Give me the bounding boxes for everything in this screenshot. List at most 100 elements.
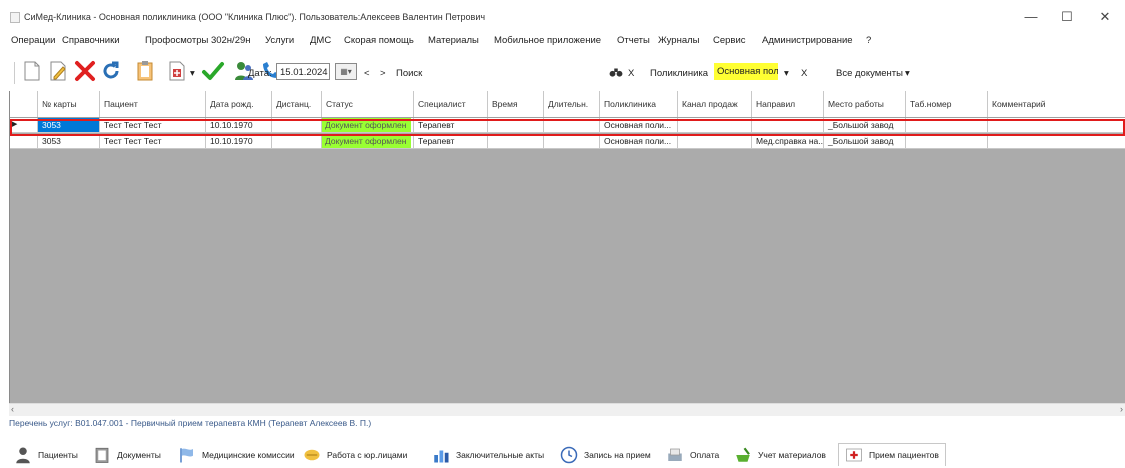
table-row[interactable]: ▶ 3053 Тест Тест Тест 10.10.1970 Докумен… (10, 118, 1125, 133)
tab-medical-commissions[interactable]: Медицинские комиссии (178, 444, 295, 466)
clinic-select[interactable]: Основная поликл (714, 63, 778, 80)
tab-appointments[interactable]: Запись на прием (560, 444, 651, 466)
referrer-cell[interactable] (752, 118, 824, 132)
tab-label: Прием пациентов (869, 450, 939, 460)
card-number-cell[interactable]: 3053 (38, 134, 100, 148)
birthdate-cell[interactable]: 10.10.1970 (206, 118, 272, 132)
edit-document-icon[interactable] (46, 59, 70, 83)
clinic-cell[interactable]: Основная поли... (600, 134, 678, 148)
menu-checkups[interactable]: Профосмотры 302н/29н (145, 35, 251, 46)
duration-cell[interactable] (544, 134, 600, 148)
comment-cell[interactable] (988, 118, 1125, 132)
tab-patients[interactable]: Пациенты (14, 444, 78, 466)
tab-payment[interactable]: Оплата (666, 444, 719, 466)
column-header[interactable]: Дата рожд. (206, 91, 272, 117)
menu-reports[interactable]: Отчеты (617, 35, 650, 46)
column-header[interactable]: Специалист (414, 91, 488, 117)
prev-date-button[interactable]: < (364, 68, 370, 79)
tab-label: Работа с юр.лицами (327, 450, 408, 460)
binoculars-icon[interactable] (609, 65, 623, 79)
menu-materials[interactable]: Материалы (428, 35, 479, 46)
sales-channel-cell[interactable] (678, 118, 752, 132)
tab-final-acts[interactable]: Заключительные акты (432, 444, 544, 466)
clinic-dropdown-arrow[interactable]: ▾ (784, 68, 789, 79)
card-number-cell[interactable]: 3053 (38, 118, 100, 132)
specialist-cell[interactable]: Терапевт (414, 118, 488, 132)
column-header[interactable]: Статус (322, 91, 414, 117)
column-header[interactable]: Место работы (824, 91, 906, 117)
calendar-button[interactable]: ▦▾ (335, 63, 357, 80)
medical-cross-icon (846, 448, 862, 462)
menu-mobile-app[interactable]: Мобильное приложение (494, 35, 601, 46)
documents-filter-arrow[interactable]: ▾ (905, 68, 910, 79)
maximize-button[interactable]: ☐ (1053, 8, 1081, 26)
documents-filter[interactable]: Все документы (836, 68, 903, 79)
clinic-clear-button[interactable]: X (801, 68, 807, 79)
scroll-right-icon[interactable]: › (1120, 404, 1123, 414)
menu-dms[interactable]: ДМС (310, 35, 331, 46)
column-header[interactable]: Время (488, 91, 544, 117)
date-input[interactable]: 15.01.2024 (276, 63, 330, 80)
tab-documents[interactable]: Документы (93, 444, 161, 466)
add-document-icon[interactable] (165, 59, 189, 83)
workplace-cell[interactable]: _Большой завод (824, 134, 906, 148)
menu-operations[interactable]: Операции (11, 35, 55, 46)
menu-journals[interactable]: Журналы (658, 35, 700, 46)
status-cell[interactable]: Документ оформлен (322, 134, 414, 148)
column-header[interactable]: Таб.номер (906, 91, 988, 117)
remote-cell[interactable] (272, 118, 322, 132)
time-cell[interactable] (488, 134, 544, 148)
close-button[interactable]: ✕ (1091, 8, 1119, 26)
sales-channel-cell[interactable] (678, 134, 752, 148)
column-header[interactable]: № карты (38, 91, 100, 117)
workplace-cell[interactable]: _Большой завод (824, 118, 906, 132)
search-clear-button[interactable]: X (628, 68, 634, 79)
column-header[interactable]: Поликлиника (600, 91, 678, 117)
column-header[interactable]: Направил (752, 91, 824, 117)
patient-cell[interactable]: Тест Тест Тест (100, 118, 206, 132)
column-header[interactable]: Комментарий (988, 91, 1125, 117)
comment-cell[interactable] (988, 134, 1125, 148)
referrer-cell[interactable]: Мед.справка на... (752, 134, 824, 148)
row-selector-header (10, 91, 38, 117)
clinic-cell[interactable]: Основная поли... (600, 118, 678, 132)
menu-service[interactable]: Сервис (713, 35, 746, 46)
delete-icon[interactable] (73, 59, 97, 83)
status-cell[interactable]: Документ оформлен (322, 118, 414, 132)
tab-patient-reception[interactable]: Прием пациентов (838, 443, 946, 466)
column-header[interactable]: Пациент (100, 91, 206, 117)
documents-grid[interactable]: № карты Пациент Дата рожд. Дистанц. Стат… (9, 91, 1125, 403)
column-header[interactable]: Дистанц. (272, 91, 322, 117)
employee-number-cell[interactable] (906, 134, 988, 148)
remote-cell[interactable] (272, 134, 322, 148)
time-cell[interactable] (488, 118, 544, 132)
menu-ambulance[interactable]: Скорая помощь (344, 35, 414, 46)
check-icon[interactable] (201, 59, 225, 83)
birthdate-cell[interactable]: 10.10.1970 (206, 134, 272, 148)
clipboard-icon[interactable] (133, 59, 157, 83)
column-header[interactable]: Канал продаж (678, 91, 752, 117)
payment-icon (668, 448, 682, 461)
add-dropdown-arrow[interactable]: ▾ (190, 68, 195, 79)
employee-number-cell[interactable] (906, 118, 988, 132)
duration-cell[interactable] (544, 118, 600, 132)
tab-label: Учет материалов (758, 450, 826, 460)
menu-help[interactable]: ? (866, 35, 871, 46)
patient-cell[interactable]: Тест Тест Тест (100, 134, 206, 148)
horizontal-scrollbar[interactable]: ‹ › (9, 403, 1125, 416)
table-row[interactable]: 3053 Тест Тест Тест 10.10.1970 Документ … (10, 134, 1125, 149)
minimize-button[interactable]: — (1017, 8, 1045, 26)
next-date-button[interactable]: > (380, 68, 386, 79)
search-label[interactable]: Поиск (396, 68, 422, 79)
menu-references[interactable]: Справочники (62, 35, 120, 46)
row-selector[interactable] (10, 134, 38, 148)
tab-materials-accounting[interactable]: Учет материалов (734, 444, 826, 466)
specialist-cell[interactable]: Терапевт (414, 134, 488, 148)
tab-legal-entities[interactable]: Работа с юр.лицами (303, 444, 407, 466)
menu-administration[interactable]: Администрирование (762, 35, 853, 46)
new-document-icon[interactable] (20, 59, 44, 83)
scroll-left-icon[interactable]: ‹ (11, 404, 14, 414)
column-header[interactable]: Длительн. (544, 91, 600, 117)
menu-services[interactable]: Услуги (265, 35, 294, 46)
refresh-icon[interactable] (99, 59, 123, 83)
